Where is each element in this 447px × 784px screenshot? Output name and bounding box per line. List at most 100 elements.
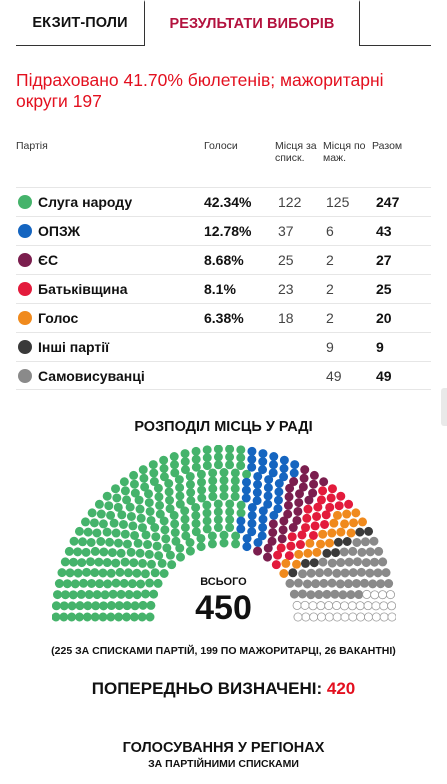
- seat-dot: [327, 528, 337, 538]
- seat-dot: [139, 473, 149, 483]
- party-list-seats: 18: [278, 310, 294, 326]
- party-name: Самовисуванці: [38, 368, 145, 384]
- party-maj-seats: 6: [326, 223, 334, 239]
- seat-dot: [294, 498, 304, 508]
- party-list-seats: 122: [278, 194, 302, 210]
- table-row: Інші партії 9 9: [16, 332, 431, 361]
- party-color-dot: [18, 282, 32, 296]
- party-votes: 6.38%: [204, 310, 244, 326]
- seat-dot: [197, 493, 207, 503]
- seat-dot: [109, 518, 119, 528]
- seat-dot: [219, 491, 229, 501]
- seat-dot: [273, 550, 283, 560]
- seat-dot: [327, 484, 337, 494]
- seat-dot: [197, 477, 207, 487]
- seat-dot: [208, 468, 218, 478]
- seat-dot: [90, 546, 100, 556]
- seat-dot: [105, 537, 115, 547]
- seat-dot: [191, 454, 201, 464]
- seat-dot: [241, 477, 251, 487]
- seat-dot: [141, 530, 151, 540]
- seat-dot: [344, 557, 354, 567]
- party-maj-seats: 9: [326, 339, 334, 355]
- seat-dot: [208, 492, 218, 502]
- tab-election-results[interactable]: РЕЗУЛЬТАТИ ВИБОРІВ: [144, 0, 360, 46]
- party-votes: 8.68%: [204, 252, 244, 268]
- seat-dot: [355, 527, 365, 537]
- seat-dot: [81, 547, 91, 557]
- seat-dot: [207, 531, 217, 541]
- seat-dot: [117, 510, 127, 520]
- seat-dot: [325, 538, 335, 548]
- seat-dot: [129, 558, 139, 568]
- seat-dot: [111, 484, 121, 494]
- total-seats-number: 450: [195, 589, 252, 627]
- counted-status: Підраховано 41.70% бюлетенів; мажоритарн…: [16, 70, 384, 111]
- seat-dot: [140, 482, 150, 492]
- seat-dot: [236, 500, 246, 510]
- seat-dot: [358, 517, 368, 527]
- header-party: Партія: [16, 140, 48, 152]
- tab-exit-polls[interactable]: ЕКЗИТ-ПОЛИ: [16, 0, 144, 46]
- seat-dot: [180, 514, 190, 524]
- seat-dot: [102, 558, 112, 568]
- seat-dot: [312, 547, 322, 557]
- table-row: Голос 6.38% 18 2 20: [16, 303, 431, 332]
- seat-dot: [295, 540, 305, 550]
- seat-dot: [149, 468, 159, 478]
- seat-dot: [225, 515, 235, 525]
- seat-dot: [171, 536, 181, 546]
- seat-dot: [60, 557, 70, 567]
- seat-dot: [80, 517, 90, 527]
- total-seats-label: ВСЬОГО: [200, 576, 247, 588]
- party-list-seats: 37: [278, 223, 294, 239]
- seat-dot: [135, 548, 145, 558]
- seat-dot: [258, 465, 268, 475]
- seat-dot: [86, 537, 96, 547]
- seat-dot: [161, 534, 171, 544]
- party-maj-seats: 125: [326, 194, 350, 210]
- preliminary-determined: ПОПЕРЕДНЬО ВИЗНАЧЕНІ: 420: [0, 679, 447, 699]
- seat-dot: [219, 475, 229, 485]
- seat-dot: [344, 499, 354, 509]
- party-total-seats: 25: [376, 281, 392, 297]
- seat-dot: [230, 468, 240, 478]
- seat-dot: [196, 542, 206, 552]
- party-name: Інші партії: [38, 339, 110, 355]
- seat-dot: [180, 449, 190, 459]
- seat-dot: [208, 484, 218, 494]
- seat-dot: [294, 549, 304, 559]
- seat-dot: [319, 477, 329, 487]
- seat-dot: [112, 493, 122, 503]
- scrollbar-handle[interactable]: [441, 388, 447, 426]
- seat-dot: [154, 492, 164, 502]
- party-name: ЄС: [38, 252, 59, 268]
- seat-dot: [365, 547, 375, 557]
- seat-dot: [357, 547, 367, 557]
- party-total-seats: 9: [376, 339, 384, 355]
- seat-dot: [300, 558, 310, 568]
- seat-dot: [186, 488, 196, 498]
- seat-dot: [336, 558, 346, 568]
- seat-dot: [102, 491, 112, 501]
- seat-dot: [225, 445, 235, 454]
- party-color-dot: [18, 195, 32, 209]
- table-row: ЄС 8.68% 25 2 27: [16, 245, 431, 274]
- seat-dot: [287, 532, 297, 542]
- party-total-seats: 20: [376, 310, 392, 326]
- party-total-seats: 27: [376, 252, 392, 268]
- seat-dot: [94, 557, 104, 567]
- seat-dot: [87, 508, 97, 518]
- seat-dot: [202, 453, 212, 463]
- seat-dot: [122, 539, 132, 549]
- seat-breakdown-note: (225 ЗА СПИСКАМИ ПАРТІЙ, 199 ПО МАЖОРИТА…: [51, 645, 396, 657]
- seat-dot: [68, 557, 78, 567]
- seat-dot: [157, 558, 167, 568]
- seat-dot: [202, 516, 212, 526]
- seat-dot: [339, 547, 349, 557]
- seat-dot: [281, 558, 291, 568]
- seat-dot: [152, 541, 162, 551]
- seat-dot: [174, 475, 184, 485]
- table-row: ОПЗЖ 12.78% 37 6 43: [16, 216, 431, 245]
- seat-dot: [126, 547, 136, 557]
